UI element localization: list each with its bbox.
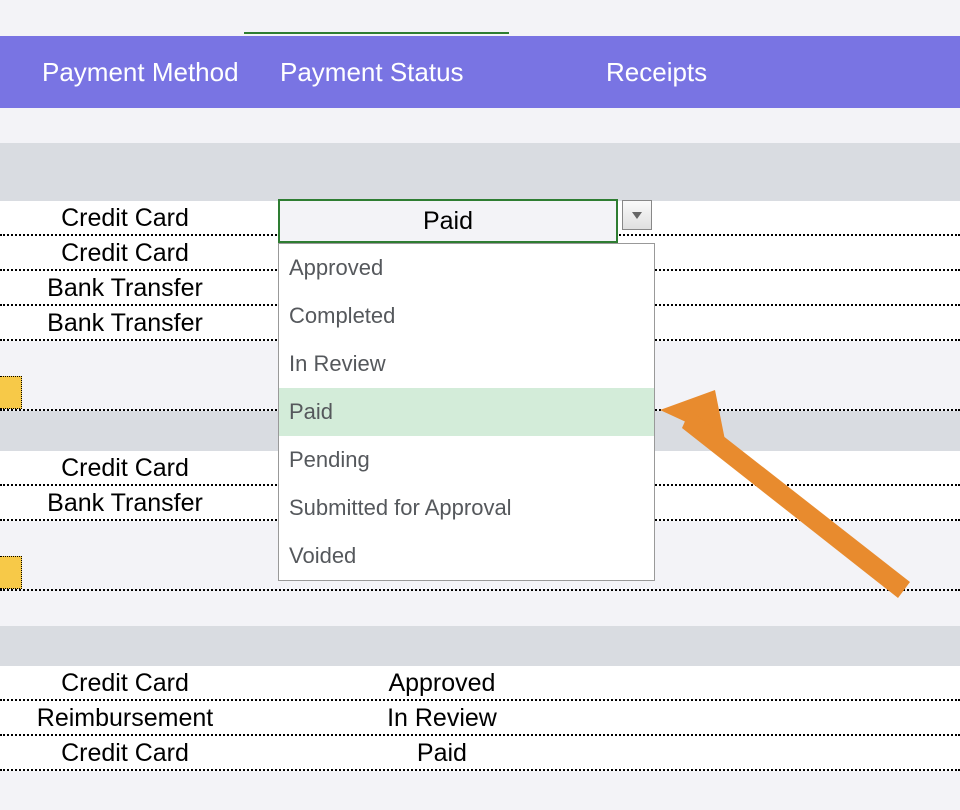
payment-status-selected-value: Paid [423, 207, 473, 235]
header-receipts: Receipts [590, 57, 890, 88]
table-row[interactable]: Credit Card Paid [0, 736, 960, 771]
section-separator [0, 143, 960, 201]
cell-payment-method: Credit Card [0, 736, 280, 771]
chevron-down-icon [631, 210, 643, 220]
table-row[interactable]: Reimbursement In Review [0, 701, 960, 736]
row-marker-icon [0, 376, 22, 409]
cell-payment-method: Bank Transfer [0, 271, 280, 306]
header-payment-status: Payment Status [280, 57, 590, 88]
payment-status-options: Approved Completed In Review Paid Pendin… [278, 243, 655, 581]
cell-payment-method: Credit Card [0, 236, 280, 271]
option-approved[interactable]: Approved [279, 244, 654, 292]
option-pending[interactable]: Pending [279, 436, 654, 484]
dropdown-toggle-button[interactable] [622, 200, 652, 230]
table-row[interactable]: Credit Card Approved [0, 666, 960, 701]
option-completed[interactable]: Completed [279, 292, 654, 340]
option-voided[interactable]: Voided [279, 532, 654, 580]
table-header: Payment Method Payment Status Receipts [0, 36, 960, 108]
option-submitted-for-approval[interactable]: Submitted for Approval [279, 484, 654, 532]
cell-payment-method: Credit Card [0, 666, 280, 701]
payment-status-select[interactable]: Paid [278, 199, 618, 243]
cell-payment-method: Reimbursement [0, 701, 280, 736]
cell-payment-method: Credit Card [0, 201, 280, 236]
spacer-row [0, 591, 960, 626]
cell-payment-method: Credit Card [0, 451, 280, 486]
header-payment-method: Payment Method [0, 57, 280, 88]
row-marker-icon [0, 556, 22, 589]
cell-payment-method: Bank Transfer [0, 306, 280, 341]
cell-payment-method: Bank Transfer [0, 486, 280, 521]
cell-payment-status: Paid [287, 736, 597, 771]
spacer-row [0, 108, 960, 143]
option-paid[interactable]: Paid [279, 388, 654, 436]
cell-payment-status: Approved [287, 666, 597, 701]
cell-payment-status: In Review [287, 701, 597, 736]
active-tab-underline [244, 32, 509, 34]
option-in-review[interactable]: In Review [279, 340, 654, 388]
section-separator [0, 626, 960, 666]
